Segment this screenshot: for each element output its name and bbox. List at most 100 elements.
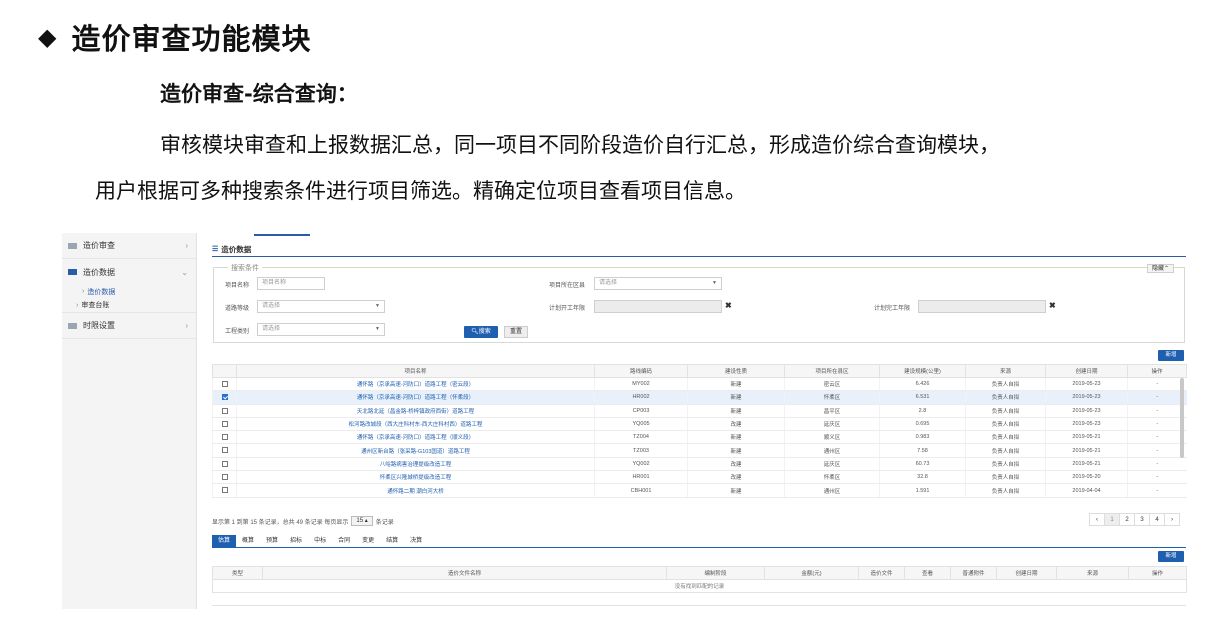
- row-checkbox[interactable]: [221, 474, 228, 480]
- row-checkbox-cell: [212, 430, 237, 445]
- column-header[interactable]: 类型: [212, 566, 263, 580]
- row-checkbox-cell: [212, 457, 237, 472]
- row-checkbox[interactable]: [221, 380, 228, 387]
- cell-op[interactable]: -: [1127, 377, 1187, 392]
- table-row[interactable]: 天北路北延（昌金路-桥梓镇政府西街）道路工程 CP003 新建 昌平区 2.8 负责人自拟…: [212, 404, 1187, 418]
- cell-scale: 2.8: [879, 404, 966, 418]
- row-checkbox[interactable]: [221, 434, 228, 441]
- start-year-input[interactable]: [594, 300, 722, 313]
- cell-name[interactable]: 通怀路（京承高速-河防口）道路工程（顺义段）: [236, 430, 595, 445]
- project-name-input[interactable]: 项目名称: [257, 277, 325, 290]
- placeholder: 项目名称: [262, 280, 287, 286]
- column-header[interactable]: 编制阶段: [666, 566, 765, 580]
- district-select[interactable]: 请选择 ▼: [594, 277, 722, 290]
- add-new-button[interactable]: 新增: [1158, 350, 1184, 361]
- add-file-button[interactable]: 新增: [1158, 551, 1184, 562]
- table-row[interactable]: 通怀路（京承高速-河防口）道路工程（怀柔段） HR002 新建 怀柔区 6.531 负责人…: [212, 390, 1187, 405]
- row-checkbox[interactable]: [221, 487, 228, 494]
- cell-name[interactable]: 通怀路二期 潮白河大桥: [236, 483, 595, 498]
- row-checkbox-cell: [212, 404, 237, 418]
- table-row[interactable]: 八峪路病害治理提级改造工程 YQ002 改建 延庆区 60.73 负责人自拟 2019-05…: [212, 457, 1187, 472]
- column-header[interactable]: 建设性质: [687, 364, 785, 378]
- cell-name[interactable]: 怀柔区兴隆城桥提级改造工程: [236, 470, 595, 485]
- column-header[interactable]: 来源: [1056, 566, 1129, 580]
- page-size-select[interactable]: 15 ▴: [351, 516, 373, 526]
- pager-prev[interactable]: ‹: [1089, 513, 1105, 526]
- row-checkbox[interactable]: [221, 394, 228, 401]
- table-header-row: 类型 造价文件名称 编制阶段 金额(元) 造价文件 查看 普通附件 创建日期 来…: [212, 566, 1187, 580]
- column-header[interactable]: 普通附件: [950, 566, 997, 580]
- hide-search-button[interactable]: 隐藏⌃: [1146, 264, 1174, 273]
- cell-op[interactable]: -: [1127, 483, 1187, 498]
- column-header[interactable]: 查看: [904, 566, 951, 580]
- row-checkbox[interactable]: [221, 420, 228, 427]
- cell-op[interactable]: -: [1127, 417, 1187, 432]
- column-header[interactable]: 来源: [965, 364, 1046, 378]
- tab-award[interactable]: 中标: [308, 535, 332, 547]
- cell-name[interactable]: 松河路改城段（西大庄科村东-西大庄科村西）道路工程: [236, 417, 595, 432]
- tab-final-account[interactable]: 决算: [404, 535, 428, 547]
- table-row[interactable]: 通怀路（京承高速-河防口）道路工程（顺义段） TZ004 新建 顺义区 0.983 负责人…: [212, 430, 1187, 445]
- table-row[interactable]: 通怀路二期 潮白河大桥 CBH001 新建 通州区 1.591 负责人自拟 2019-04-…: [212, 483, 1187, 498]
- project-type-select[interactable]: 请选择 ▼: [257, 323, 385, 336]
- column-header[interactable]: 创建日期: [996, 566, 1057, 580]
- cell-name[interactable]: 八峪路病害治理提级改造工程: [236, 457, 595, 472]
- cell-name[interactable]: 通州区新台路（张采路-G103国道）道路工程: [236, 443, 595, 458]
- sidebar-subitem-label: 造价数据: [87, 288, 116, 296]
- column-header[interactable]: 项目所在县区: [784, 364, 880, 378]
- cell-source: 负责人自拟: [965, 443, 1046, 458]
- cell-op[interactable]: -: [1127, 443, 1187, 458]
- cell-op[interactable]: -: [1127, 430, 1187, 445]
- search-button[interactable]: 🔍︎搜索: [464, 326, 498, 338]
- pager-page[interactable]: 3: [1134, 513, 1150, 526]
- tab-estimate[interactable]: 估算: [212, 535, 237, 547]
- pager-page[interactable]: 1: [1104, 513, 1120, 526]
- sidebar-item-time-limit[interactable]: 时限设置 ›: [62, 313, 196, 339]
- finish-year-input[interactable]: [918, 300, 1046, 313]
- table-scrollbar[interactable]: [1180, 378, 1184, 458]
- column-header[interactable]: 路线编码: [594, 364, 688, 378]
- cell-name[interactable]: 通怀路（京承高速-河防口）道路工程（密云段）: [236, 377, 595, 392]
- column-header[interactable]: 造价文件: [858, 566, 905, 580]
- column-header[interactable]: 操作: [1128, 566, 1187, 580]
- pager-page[interactable]: 4: [1149, 513, 1165, 526]
- cell-nature: 改建: [687, 417, 785, 432]
- table-row[interactable]: 通怀路（京承高速-河防口）道路工程（密云段） MY002 新建 密云区 6.426 负责人…: [212, 377, 1187, 392]
- road-grade-select[interactable]: 请选择 ▼: [257, 300, 385, 313]
- clear-start-icon[interactable]: ✖: [725, 301, 732, 310]
- table-row[interactable]: 怀柔区兴隆城桥提级改造工程 HR001 改建 怀柔区 32.8 负责人自拟 2019-05-…: [212, 470, 1187, 485]
- cell-name[interactable]: 天北路北延（昌金路-桥梓镇政府西街）道路工程: [236, 404, 595, 418]
- pager-page[interactable]: 2: [1119, 513, 1135, 526]
- cell-op[interactable]: -: [1127, 404, 1187, 418]
- row-checkbox[interactable]: [221, 447, 228, 454]
- tab-contract[interactable]: 合同: [332, 535, 356, 547]
- column-header[interactable]: 建设规模(公里): [879, 364, 966, 378]
- reset-button[interactable]: 重置: [504, 326, 528, 338]
- pager-next[interactable]: ›: [1164, 513, 1180, 526]
- row-checkbox[interactable]: [221, 460, 228, 467]
- row-checkbox[interactable]: [221, 407, 228, 414]
- tab-budget-estimate[interactable]: 概算: [236, 535, 260, 547]
- column-header[interactable]: 项目名称: [236, 364, 595, 378]
- cell-name[interactable]: 通怀路（京承高速-河防口）道路工程（怀柔段）: [236, 390, 595, 405]
- column-header[interactable]: 创建日期: [1045, 364, 1128, 378]
- sidebar-item-cost-review[interactable]: 造价审查 ›: [62, 233, 196, 259]
- table-row[interactable]: 松河路改城段（西大庄科村东-西大庄科村西）道路工程 YQ005 改建 延庆区 0.695…: [212, 417, 1187, 432]
- district-label: 项目所在区县: [549, 283, 586, 289]
- table-row[interactable]: 通州区新台路（张采路-G103国道）道路工程 TZ003 新建 通州区 7.58 负责人自…: [212, 443, 1187, 458]
- column-header[interactable]: 金额(元): [764, 566, 859, 580]
- cell-op[interactable]: -: [1127, 470, 1187, 485]
- tab-tender[interactable]: 招标: [284, 535, 308, 547]
- sidebar-subitem-cost-data[interactable]: › 造价数据: [62, 285, 196, 298]
- cell-district: 通州区: [784, 443, 880, 458]
- clear-finish-icon[interactable]: ✖: [1049, 301, 1056, 310]
- sidebar-subitem-review-ledger[interactable]: › 审查台账: [62, 298, 196, 313]
- column-header[interactable]: 操作: [1127, 364, 1187, 378]
- cell-op[interactable]: -: [1127, 390, 1187, 405]
- cell-op[interactable]: -: [1127, 457, 1187, 472]
- tab-settlement[interactable]: 结算: [380, 535, 404, 547]
- tab-change[interactable]: 变更: [356, 535, 380, 547]
- tab-budget[interactable]: 预算: [260, 535, 284, 547]
- sidebar-item-cost-data[interactable]: 造价数据 ⌄: [62, 259, 196, 285]
- column-header[interactable]: 造价文件名称: [262, 566, 667, 580]
